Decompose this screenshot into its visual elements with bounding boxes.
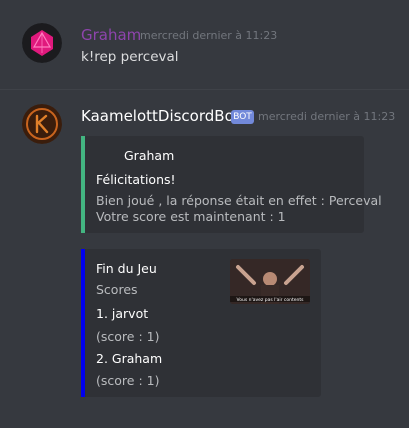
score-entry-name: 1. jarvot xyxy=(96,306,149,321)
score-entry-score: (score : 1) xyxy=(96,329,160,344)
embed-accent-bar xyxy=(81,249,85,397)
score-entry-score: (score : 1) xyxy=(96,373,160,388)
embed-title: Fin du Jeu xyxy=(96,261,157,276)
message-divider xyxy=(0,89,409,90)
embed-author: Graham xyxy=(124,148,175,163)
timestamp: mercredi dernier à 11:23 xyxy=(258,110,396,123)
author-name[interactable]: KaamelottDiscordBot xyxy=(81,107,240,125)
bot-badge: BOT xyxy=(231,110,254,124)
thumbnail-caption: Vous n'avez pas l'air contents xyxy=(237,297,305,303)
embed-description-line: Votre score est maintenant : 1 xyxy=(96,209,286,224)
embed-title: Félicitations! xyxy=(96,172,176,187)
embed-accent-bar xyxy=(81,136,85,233)
author-name[interactable]: Graham xyxy=(81,26,141,44)
embed-description-line: Bien joué , la réponse était en effet : … xyxy=(96,193,382,208)
timestamp: mercredi dernier à 11:23 xyxy=(140,29,278,42)
embed-thumbnail[interactable]: Vous n'avez pas l'air contents xyxy=(230,259,310,304)
message-content: k!rep perceval xyxy=(81,49,179,65)
embed-subtitle: Scores xyxy=(96,282,138,297)
graham-avatar[interactable] xyxy=(22,23,62,63)
bot-avatar[interactable] xyxy=(22,104,62,144)
score-entry-name: 2. Graham xyxy=(96,351,163,366)
